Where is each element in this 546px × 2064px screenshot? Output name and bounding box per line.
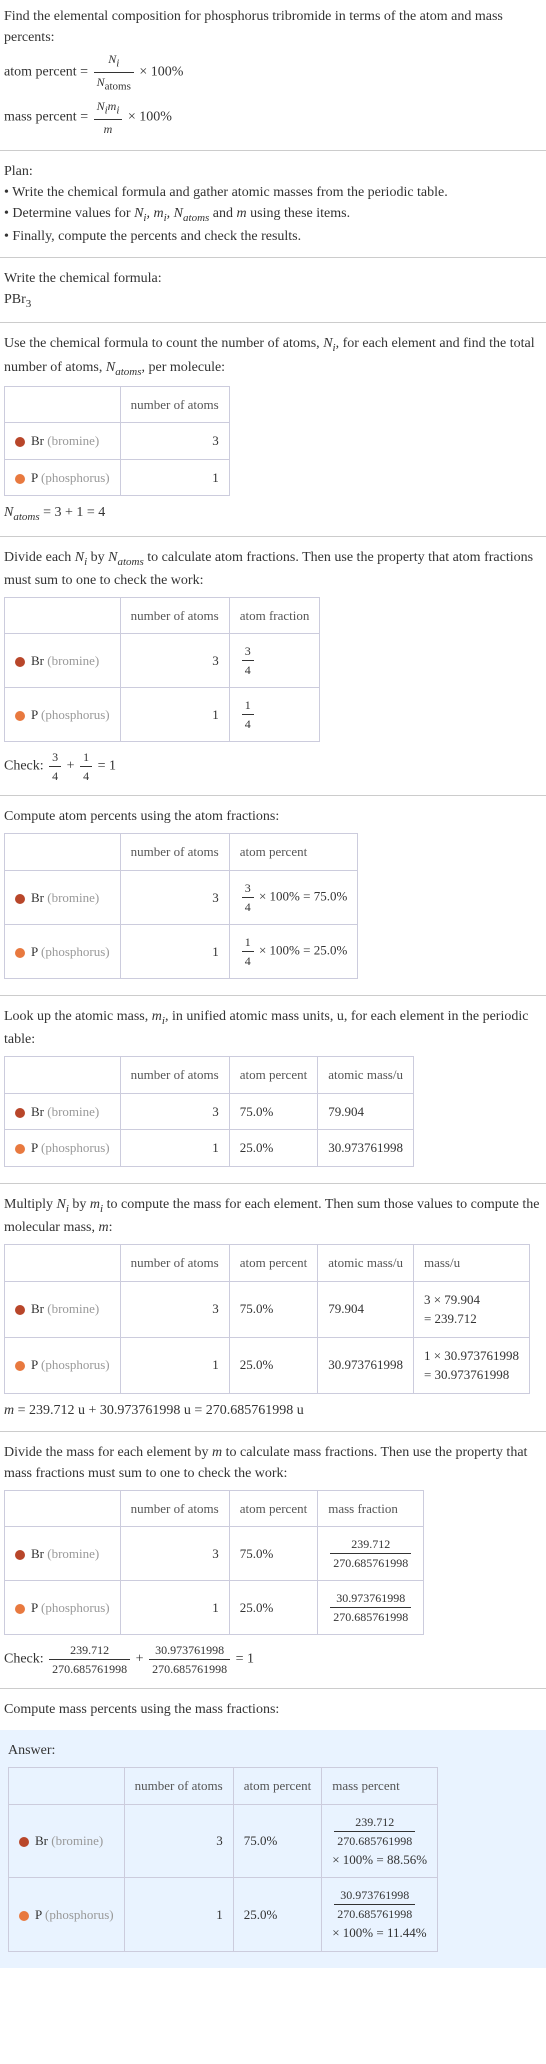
count-atoms-step: Use the chemical formula to count the nu… xyxy=(0,327,546,531)
element-color-icon xyxy=(15,1604,25,1614)
step-text: Look up the atomic mass, mi, in unified … xyxy=(4,1006,542,1050)
step-text: Use the chemical formula to count the nu… xyxy=(4,333,542,380)
frac: Ni Natoms xyxy=(94,50,134,95)
mass-pct-label: mass percent = xyxy=(4,109,92,124)
step-text: Multiply Ni by mi to compute the mass fo… xyxy=(4,1194,542,1238)
atom-percent-formula: atom percent = Ni Natoms × 100% xyxy=(4,50,542,95)
table-row: Br (bromine) 3 34 xyxy=(5,634,320,688)
step-text: Divide each Ni by Natoms to calculate at… xyxy=(4,547,542,591)
table-row: P (phosphorus) 1 14 × 100% = 25.0% xyxy=(5,924,358,978)
element-color-icon xyxy=(15,437,25,447)
table-row: P (phosphorus) 1 14 xyxy=(5,688,320,742)
answer-table: number of atomsatom percentmass percent … xyxy=(8,1767,438,1952)
table-row: Br (bromine) 3 75.0% 239.712270.68576199… xyxy=(9,1804,438,1878)
step-text: Compute atom percents using the atom fra… xyxy=(4,806,542,827)
table-row: Br (bromine) 3 75.0% 79.904 3 × 79.904= … xyxy=(5,1281,530,1337)
divider xyxy=(0,150,546,151)
table-row: Br (bromine) 3 34 × 100% = 75.0% xyxy=(5,870,358,924)
step-text: Compute mass percents using the mass fra… xyxy=(4,1699,542,1720)
plan-bullet: • Write the chemical formula and gather … xyxy=(4,182,542,203)
plan-bullet: • Determine values for Ni, mi, Natoms an… xyxy=(4,203,542,226)
mass-percent-formula: mass percent = Nimi m × 100% xyxy=(4,97,542,138)
atom-percents-table: number of atomsatom percent Br (bromine)… xyxy=(4,833,358,979)
step-text: Write the chemical formula: xyxy=(4,268,542,289)
frac: Nimi m xyxy=(94,97,123,138)
element-color-icon xyxy=(19,1911,29,1921)
check-equation: Check: 239.712270.685761998 + 30.9737619… xyxy=(4,1641,542,1678)
element-color-icon xyxy=(15,894,25,904)
atomic-mass-step: Look up the atomic mass, mi, in unified … xyxy=(0,1000,546,1179)
chemical-formula-step: Write the chemical formula: PBr3 xyxy=(0,262,546,318)
table-row: P (phosphorus) 1 xyxy=(5,459,230,496)
plan-bullet: • Finally, compute the percents and chec… xyxy=(4,226,542,247)
count-table: number of atoms Br (bromine) 3 P (phosph… xyxy=(4,386,230,497)
intro-title: Find the elemental composition for phosp… xyxy=(4,6,542,48)
answer-label: Answer: xyxy=(8,1740,538,1761)
answer-block: Answer: number of atomsatom percentmass … xyxy=(0,1730,546,1968)
atom-percents-step: Compute atom percents using the atom fra… xyxy=(0,800,546,991)
atom-fractions-table: number of atomsatom fraction Br (bromine… xyxy=(4,597,320,743)
mass-step: Multiply Ni by mi to compute the mass fo… xyxy=(0,1188,546,1427)
plan-heading: Plan: xyxy=(4,161,542,182)
element-color-icon xyxy=(15,657,25,667)
table-row: P (phosphorus) 1 25.0% 30.973761998 xyxy=(5,1130,414,1167)
col-header: number of atoms xyxy=(120,386,229,423)
equation: m = 239.712 u + 30.973761998 u = 270.685… xyxy=(4,1400,542,1421)
plan: Plan: • Write the chemical formula and g… xyxy=(0,155,546,253)
element-color-icon xyxy=(15,711,25,721)
table-row: Br (bromine) 3 xyxy=(5,423,230,460)
element-color-icon xyxy=(15,1550,25,1560)
element-color-icon xyxy=(15,474,25,484)
element-color-icon xyxy=(15,1305,25,1315)
mass-table: number of atomsatom percentatomic mass/u… xyxy=(4,1244,530,1394)
element-color-icon xyxy=(15,1108,25,1118)
step-text: Divide the mass for each element by m to… xyxy=(4,1442,542,1484)
element-color-icon xyxy=(15,1361,25,1371)
check-equation: Check: 34 + 14 = 1 xyxy=(4,748,542,785)
table-row: Br (bromine) 3 75.0% 239.712270.68576199… xyxy=(5,1527,424,1581)
equation: Natoms = 3 + 1 = 4 xyxy=(4,502,542,525)
intro: Find the elemental composition for phosp… xyxy=(0,0,546,146)
atomic-mass-table: number of atomsatom percentatomic mass/u… xyxy=(4,1056,414,1167)
table-row: P (phosphorus) 1 25.0% 30.973761998270.6… xyxy=(9,1878,438,1952)
chemical-formula: PBr3 xyxy=(4,289,542,312)
mass-fractions-table: number of atomsatom percentmass fraction… xyxy=(4,1490,424,1636)
table-row: Br (bromine) 3 75.0% 79.904 xyxy=(5,1093,414,1130)
atom-fractions-step: Divide each Ni by Natoms to calculate at… xyxy=(0,541,546,792)
element-color-icon xyxy=(15,948,25,958)
mass-percents-step: Compute mass percents using the mass fra… xyxy=(0,1693,546,1726)
element-color-icon xyxy=(15,1144,25,1154)
element-color-icon xyxy=(19,1837,29,1847)
mass-fractions-step: Divide the mass for each element by m to… xyxy=(0,1436,546,1685)
atom-pct-label: atom percent = xyxy=(4,65,92,80)
table-row: P (phosphorus) 1 25.0% 30.973761998 1 × … xyxy=(5,1337,530,1393)
table-row: P (phosphorus) 1 25.0% 30.973761998270.6… xyxy=(5,1581,424,1635)
